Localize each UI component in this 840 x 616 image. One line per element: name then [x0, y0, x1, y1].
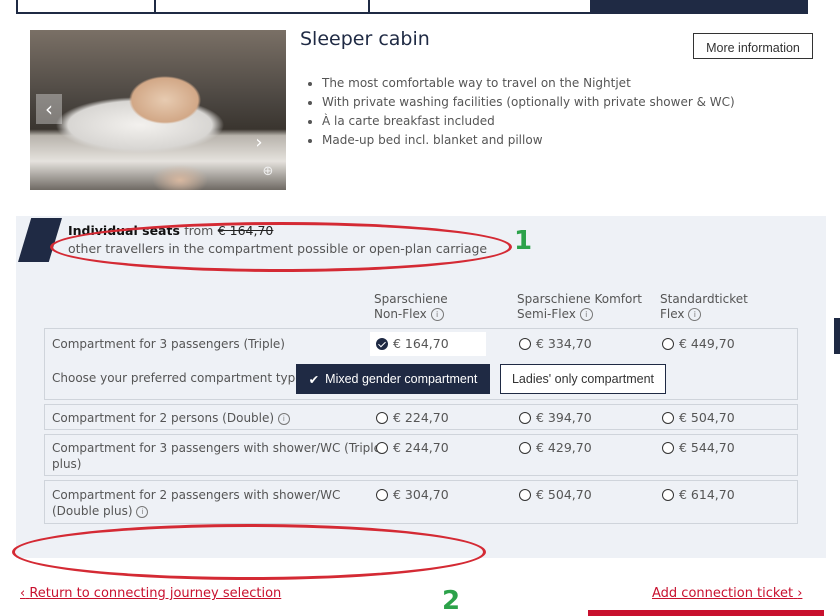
tab-2[interactable]	[152, 0, 370, 14]
radio-icon[interactable]	[376, 441, 388, 454]
price-value: € 504,70	[536, 487, 592, 502]
chevron-left-icon: ‹	[20, 586, 26, 601]
price-option-double-nonflex[interactable]: € 224,70	[376, 410, 449, 425]
tab-1[interactable]	[16, 0, 156, 14]
info-icon[interactable]: i	[430, 308, 444, 321]
row-label: Compartment for 3 passengers with shower…	[52, 440, 381, 472]
info-icon[interactable]: i	[277, 412, 290, 425]
tab-active[interactable]	[592, 0, 808, 14]
feature-item: Made-up bed incl. blanket and pillow	[322, 131, 735, 150]
radio-checked-icon[interactable]	[376, 337, 388, 350]
mixed-gender-label: Mixed gender compartment	[325, 372, 478, 386]
price-option-triple-flex[interactable]: € 449,70	[662, 336, 735, 351]
radio-icon[interactable]	[662, 337, 674, 350]
radio-icon[interactable]	[519, 488, 531, 501]
radio-icon[interactable]	[662, 441, 674, 454]
price-value: € 164,70	[393, 336, 449, 351]
radio-icon[interactable]	[376, 488, 388, 501]
zoom-icon[interactable]: ⊕	[258, 162, 278, 182]
cabin-title: Sleeper cabin	[300, 28, 430, 50]
radio-icon[interactable]	[519, 411, 531, 424]
price-option-doubleplus-flex[interactable]: € 614,70	[662, 487, 735, 502]
price-value: € 224,70	[393, 410, 449, 425]
feature-item: With private washing facilities (optiona…	[322, 93, 735, 112]
price-value: € 449,70	[679, 336, 735, 351]
annotation-ellipse-2	[12, 524, 486, 580]
price-option-tripleplus-flex[interactable]: € 544,70	[662, 440, 735, 455]
annotation-ellipse-1	[50, 222, 512, 272]
radio-icon[interactable]	[376, 411, 388, 424]
column-header-line1: Sparschiene	[374, 292, 448, 306]
cabin-photo: ‹ › ⊕	[30, 30, 286, 190]
column-header-flex: Standardticket Flex i	[660, 292, 748, 322]
row-label: Compartment for 2 persons (Double) i	[52, 410, 290, 426]
chevron-right-icon: ›	[797, 586, 803, 601]
column-header-nonflex: Sparschiene Non-Flex i	[374, 292, 448, 322]
scroll-indicator[interactable]	[834, 318, 840, 354]
row-label: Compartment for 2 passengers with shower…	[52, 487, 340, 519]
price-value: € 429,70	[536, 440, 592, 455]
add-connection-ticket-link[interactable]: Add connection ticket ›	[652, 586, 802, 601]
price-option-triple-semiflex[interactable]: € 334,70	[519, 336, 592, 351]
column-header-line2: Non-Flex i	[374, 307, 448, 322]
row-label: Compartment for 3 passengers (Triple)	[52, 337, 285, 351]
column-header-sub: Non-Flex	[374, 307, 427, 321]
column-header-sub: Flex	[660, 307, 685, 321]
price-option-double-semiflex[interactable]: € 394,70	[519, 410, 592, 425]
row-label-text: Compartment for 2 persons (Double)	[52, 411, 275, 425]
feature-list: The most comfortable way to travel on th…	[308, 74, 735, 150]
price-option-doubleplus-semiflex[interactable]: € 504,70	[519, 487, 592, 502]
row-label-line1: Compartment for 3 passengers with shower…	[52, 441, 381, 455]
radio-icon[interactable]	[519, 337, 531, 350]
price-value: € 504,70	[679, 410, 735, 425]
price-value: € 614,70	[679, 487, 735, 502]
radio-icon[interactable]	[662, 488, 674, 501]
tab-3[interactable]	[370, 0, 592, 14]
annotation-number-2: 2	[442, 586, 461, 616]
ladies-only-button[interactable]: Ladies' only compartment	[500, 364, 666, 394]
column-header-sub: Semi-Flex	[517, 307, 576, 321]
column-header-line1: Standardticket	[660, 292, 748, 306]
mixed-gender-button[interactable]: ✔ Mixed gender compartment	[296, 364, 490, 394]
info-icon[interactable]: i	[136, 505, 149, 518]
row-label-line1: Compartment for 2 passengers with shower…	[52, 488, 341, 502]
price-option-triple-nonflex[interactable]: € 164,70	[376, 336, 449, 351]
price-option-tripleplus-nonflex[interactable]: € 244,70	[376, 440, 449, 455]
radio-icon[interactable]	[662, 411, 674, 424]
photo-next-arrow-icon[interactable]: ›	[246, 128, 272, 158]
price-value: € 394,70	[536, 410, 592, 425]
row-label-line2: plus)	[52, 457, 82, 471]
column-header-line2: Semi-Flex i	[517, 307, 642, 322]
radio-icon[interactable]	[519, 441, 531, 454]
price-option-doubleplus-nonflex[interactable]: € 304,70	[376, 487, 449, 502]
row-label-line2: (Double plus) i	[52, 503, 340, 519]
more-information-button[interactable]: More information	[693, 33, 813, 59]
price-value: € 304,70	[393, 487, 449, 502]
column-header-line2: Flex i	[660, 307, 748, 322]
check-icon: ✔	[308, 372, 320, 387]
photo-prev-arrow-icon[interactable]: ‹	[36, 94, 62, 124]
compartment-type-label: Choose your preferred compartment type:	[52, 371, 307, 385]
info-icon[interactable]: i	[688, 308, 702, 321]
info-icon[interactable]: i	[579, 308, 593, 321]
price-option-double-flex[interactable]: € 504,70	[662, 410, 735, 425]
feature-item: À la carte breakfast included	[322, 112, 735, 131]
return-link-label: Return to connecting journey selection	[29, 586, 282, 601]
add-link-label: Add connection ticket	[652, 586, 794, 601]
price-option-tripleplus-semiflex[interactable]: € 429,70	[519, 440, 592, 455]
annotation-number-1: 1	[514, 226, 533, 256]
price-value: € 244,70	[393, 440, 449, 455]
column-header-semiflex: Sparschiene Komfort Semi-Flex i	[517, 292, 642, 322]
row-label-line2-text: (Double plus)	[52, 504, 133, 518]
feature-item: The most comfortable way to travel on th…	[322, 74, 735, 93]
price-value: € 334,70	[536, 336, 592, 351]
price-value: € 544,70	[679, 440, 735, 455]
tab-strip	[0, 0, 840, 14]
column-header-line1: Sparschiene Komfort	[517, 292, 643, 306]
primary-action-bar[interactable]	[588, 610, 824, 616]
return-to-journey-link[interactable]: ‹ Return to connecting journey selection	[20, 586, 281, 601]
